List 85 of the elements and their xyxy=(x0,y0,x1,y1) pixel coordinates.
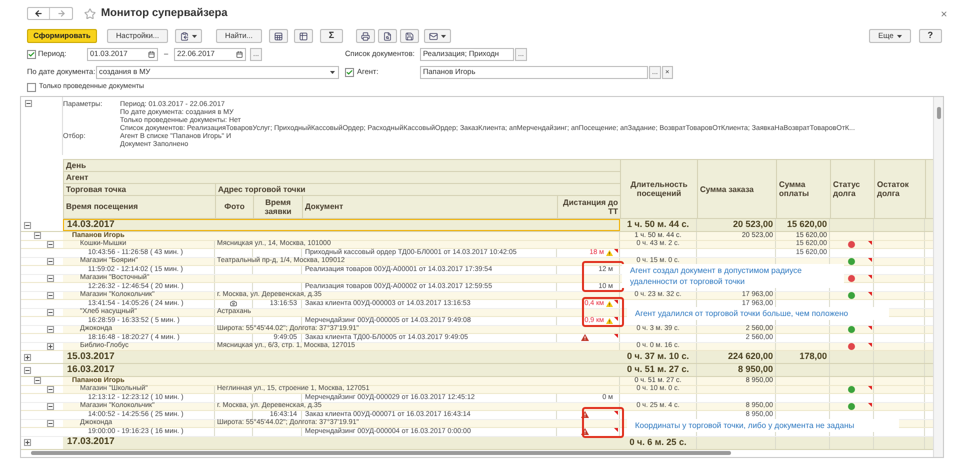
highlight-frame xyxy=(582,407,624,438)
minus-icon xyxy=(26,101,31,106)
star-icon[interactable] xyxy=(84,8,96,20)
minus-icon xyxy=(48,420,53,426)
toolbar-button[interactable] xyxy=(424,29,452,43)
vertical-scrollbar[interactable] xyxy=(933,97,943,457)
caret-icon xyxy=(896,34,902,38)
calendar-icon xyxy=(236,50,244,58)
callout: Координаты у торговой точки, либо у документа не заданы xyxy=(627,419,899,432)
arrow-left-icon xyxy=(34,9,43,18)
column-header: Фото xyxy=(216,196,254,219)
day-cell: 14.03.2017 xyxy=(63,219,620,231)
column-header: Документ xyxy=(303,196,558,219)
column-header: День xyxy=(64,160,621,172)
caret-icon xyxy=(330,70,335,74)
plus-icon xyxy=(48,344,53,349)
column-header: Адрес торговой точки xyxy=(216,184,621,196)
column-header: Время заявки xyxy=(254,196,303,219)
minus-icon xyxy=(48,326,53,332)
horizontal-scrollbar-thumb[interactable] xyxy=(31,451,731,455)
toolbar-button[interactable] xyxy=(378,29,398,43)
callout: Агент удалился от торговой точки больше, чем положено xyxy=(627,307,889,320)
order-sum-cell: 8 950,00 xyxy=(697,364,776,376)
minus-icon xyxy=(48,258,53,264)
toolbar-button[interactable] xyxy=(400,29,420,43)
minus-icon xyxy=(48,404,53,409)
minus-icon xyxy=(48,292,53,298)
collapse-toggle[interactable] xyxy=(34,377,41,384)
duration-cell: 0 ч. 37 м. 10 с. xyxy=(620,351,697,363)
column-header: Дистанция до ТТ xyxy=(558,196,621,219)
warning-icon xyxy=(606,300,613,307)
toolbar-button[interactable] xyxy=(268,29,288,43)
minus-icon xyxy=(48,386,53,392)
minus-icon xyxy=(48,310,53,315)
collapse-toggle[interactable] xyxy=(24,366,31,374)
table-icon xyxy=(274,32,283,40)
expand-toggle[interactable] xyxy=(24,354,31,360)
plus-icon xyxy=(25,354,30,360)
plus-icon xyxy=(25,440,30,445)
column-header: Торговая точка xyxy=(64,184,216,196)
order-sum-cell: 224 620,00 xyxy=(697,351,776,363)
toolbar-button[interactable] xyxy=(175,29,202,43)
order-sum-cell: 20 523,00 xyxy=(697,219,776,231)
caret-icon xyxy=(441,34,446,38)
printer-icon xyxy=(361,32,370,40)
duration-cell: 1 ч. 50 м. 44 с. xyxy=(620,219,697,231)
save-icon xyxy=(405,32,414,40)
callout: Агент создал документ в допустимом радиусе удаленности от торговой точки xyxy=(622,264,844,288)
warning-icon xyxy=(606,318,613,324)
minus-icon xyxy=(25,222,30,228)
day-cell-text: 16.03.2017 xyxy=(66,364,116,376)
window-title: Монитор супервайзера xyxy=(101,6,228,22)
preview-icon xyxy=(383,32,392,40)
arrow-right-icon xyxy=(56,9,66,18)
checkbox[interactable] xyxy=(27,82,36,92)
minus-icon xyxy=(25,368,30,372)
toolbar-button[interactable] xyxy=(356,29,376,43)
table-icon xyxy=(298,32,308,40)
mail-icon xyxy=(429,32,438,40)
close-icon[interactable] xyxy=(940,10,948,18)
collapse-toggle[interactable] xyxy=(25,100,32,107)
minus-icon xyxy=(48,276,53,281)
day-cell-text: 15.03.2017 xyxy=(66,351,116,363)
warning-icon xyxy=(606,250,613,256)
collapse-toggle[interactable] xyxy=(24,222,31,228)
column-header: Время посещения xyxy=(64,196,216,219)
payment-sum-cell: 178,00 xyxy=(776,351,830,363)
scrollbar-thumb[interactable] xyxy=(936,107,940,119)
minus-icon xyxy=(48,242,53,247)
day-cell-text: 17.03.2017 xyxy=(66,436,116,448)
toolbar-button[interactable] xyxy=(294,29,313,43)
toolbar-button[interactable]: Σ xyxy=(320,29,344,43)
checkbox[interactable] xyxy=(27,50,36,58)
expand-toggle[interactable] xyxy=(24,439,31,446)
payment-sum-cell: 15 620,00 xyxy=(776,219,830,231)
duration-cell: 0 ч. 6 м. 25 с. xyxy=(620,436,697,448)
column-header: Агент xyxy=(64,172,621,184)
clipboard-icon xyxy=(180,32,190,40)
calendar-icon xyxy=(148,50,155,58)
toolbar-button[interactable]: ? xyxy=(918,29,942,43)
duration-cell: 0 ч. 51 м. 27 с. xyxy=(620,364,697,376)
caret-icon xyxy=(192,34,198,38)
highlight-frame xyxy=(582,297,624,327)
checkbox[interactable] xyxy=(345,68,354,76)
collapse-toggle[interactable] xyxy=(34,232,41,240)
